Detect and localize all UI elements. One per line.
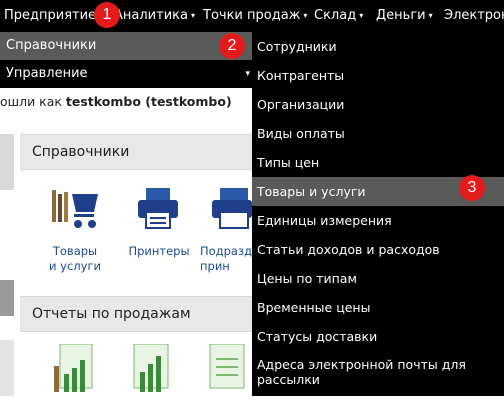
- submenu-item-label: Управление: [6, 66, 88, 81]
- step-badge-3: 3: [459, 175, 485, 201]
- submenu-item-label: Справочники: [6, 38, 97, 53]
- chevron-down-icon: ▾: [428, 11, 433, 20]
- submenu-item-management[interactable]: Управление ▾: [0, 60, 258, 88]
- nav-item-warehouse[interactable]: Склад ▾: [314, 0, 363, 32]
- login-user: testkombo (testkombo): [65, 94, 232, 109]
- nav-item-label: Предприятие: [4, 8, 97, 23]
- menu-item-temporary-prices[interactable]: Временные цены: [252, 293, 504, 322]
- tile-goods-label[interactable]: Товары и услуги: [40, 244, 110, 274]
- printer-icon[interactable]: [136, 186, 180, 230]
- side-tile[interactable]: [0, 134, 14, 190]
- menu-item-email-addresses[interactable]: Адреса электронной почты для рассылки: [252, 353, 504, 391]
- chevron-down-icon: ▾: [190, 11, 195, 20]
- top-navigation-bar: Предприятие▾ Аналитика▾ Точки продаж▾ Ск…: [0, 0, 504, 32]
- nav-item-label: Склад: [314, 8, 357, 23]
- directories-dropdown: Сотрудники Контрагенты Организации Виды …: [252, 32, 504, 396]
- menu-item-organizations[interactable]: Организации: [252, 90, 504, 119]
- nav-item-electronic[interactable]: Электрон: [444, 0, 504, 32]
- report-table-icon[interactable]: [204, 343, 250, 396]
- nav-item-analytics[interactable]: Аналитика ▾: [114, 0, 195, 32]
- shopping-cart-icon[interactable]: [48, 184, 100, 232]
- menu-item-delivery-statuses[interactable]: Статусы доставки: [252, 322, 504, 351]
- menu-item-counterparties[interactable]: Контрагенты: [252, 61, 504, 90]
- tile-printers-label[interactable]: Принтеры: [128, 244, 190, 259]
- section-sales-reports-title: Отчеты по продажам: [20, 296, 264, 332]
- report-chart-icon[interactable]: [128, 343, 172, 396]
- tile-divisions-label[interactable]: Подразд прин: [200, 244, 252, 274]
- report-chart-icon[interactable]: [52, 343, 96, 396]
- step-badge-1: 1: [94, 2, 120, 28]
- menu-item-employees[interactable]: Сотрудники: [252, 32, 504, 61]
- login-prefix: ошли как: [0, 94, 66, 109]
- login-status: ошли как testkombo (testkombo): [0, 94, 252, 116]
- nav-item-enterprise[interactable]: Предприятие▾: [4, 0, 103, 32]
- chevron-down-icon: ▾: [303, 11, 308, 20]
- nav-item-sales-points[interactable]: Точки продаж ▾: [203, 0, 307, 32]
- section-directories-title: Справочники: [20, 134, 264, 170]
- menu-item-units[interactable]: Единицы измерения: [252, 206, 504, 235]
- nav-item-label: Точки продаж: [203, 8, 301, 23]
- nav-item-money[interactable]: Деньги ▾: [376, 0, 433, 32]
- menu-item-prices-by-type[interactable]: Цены по типам: [252, 264, 504, 293]
- side-tile[interactable]: [0, 280, 14, 316]
- nav-item-label: Аналитика: [114, 8, 188, 23]
- step-badge-2: 2: [219, 33, 245, 59]
- menu-item-income-expense[interactable]: Статьи доходов и расходов: [252, 235, 504, 264]
- chevron-down-icon: ▾: [245, 69, 250, 79]
- enterprise-dropdown: Справочники Управление ▾: [0, 32, 258, 88]
- side-tile: [0, 340, 14, 396]
- nav-item-label: Деньги: [376, 8, 426, 23]
- menu-item-payment-types[interactable]: Виды оплаты: [252, 119, 504, 148]
- chevron-down-icon: ▾: [359, 11, 364, 20]
- menu-item-price-types[interactable]: Типы цен: [252, 148, 504, 177]
- division-printer-icon[interactable]: [212, 186, 252, 230]
- nav-item-label: Электрон: [444, 8, 504, 23]
